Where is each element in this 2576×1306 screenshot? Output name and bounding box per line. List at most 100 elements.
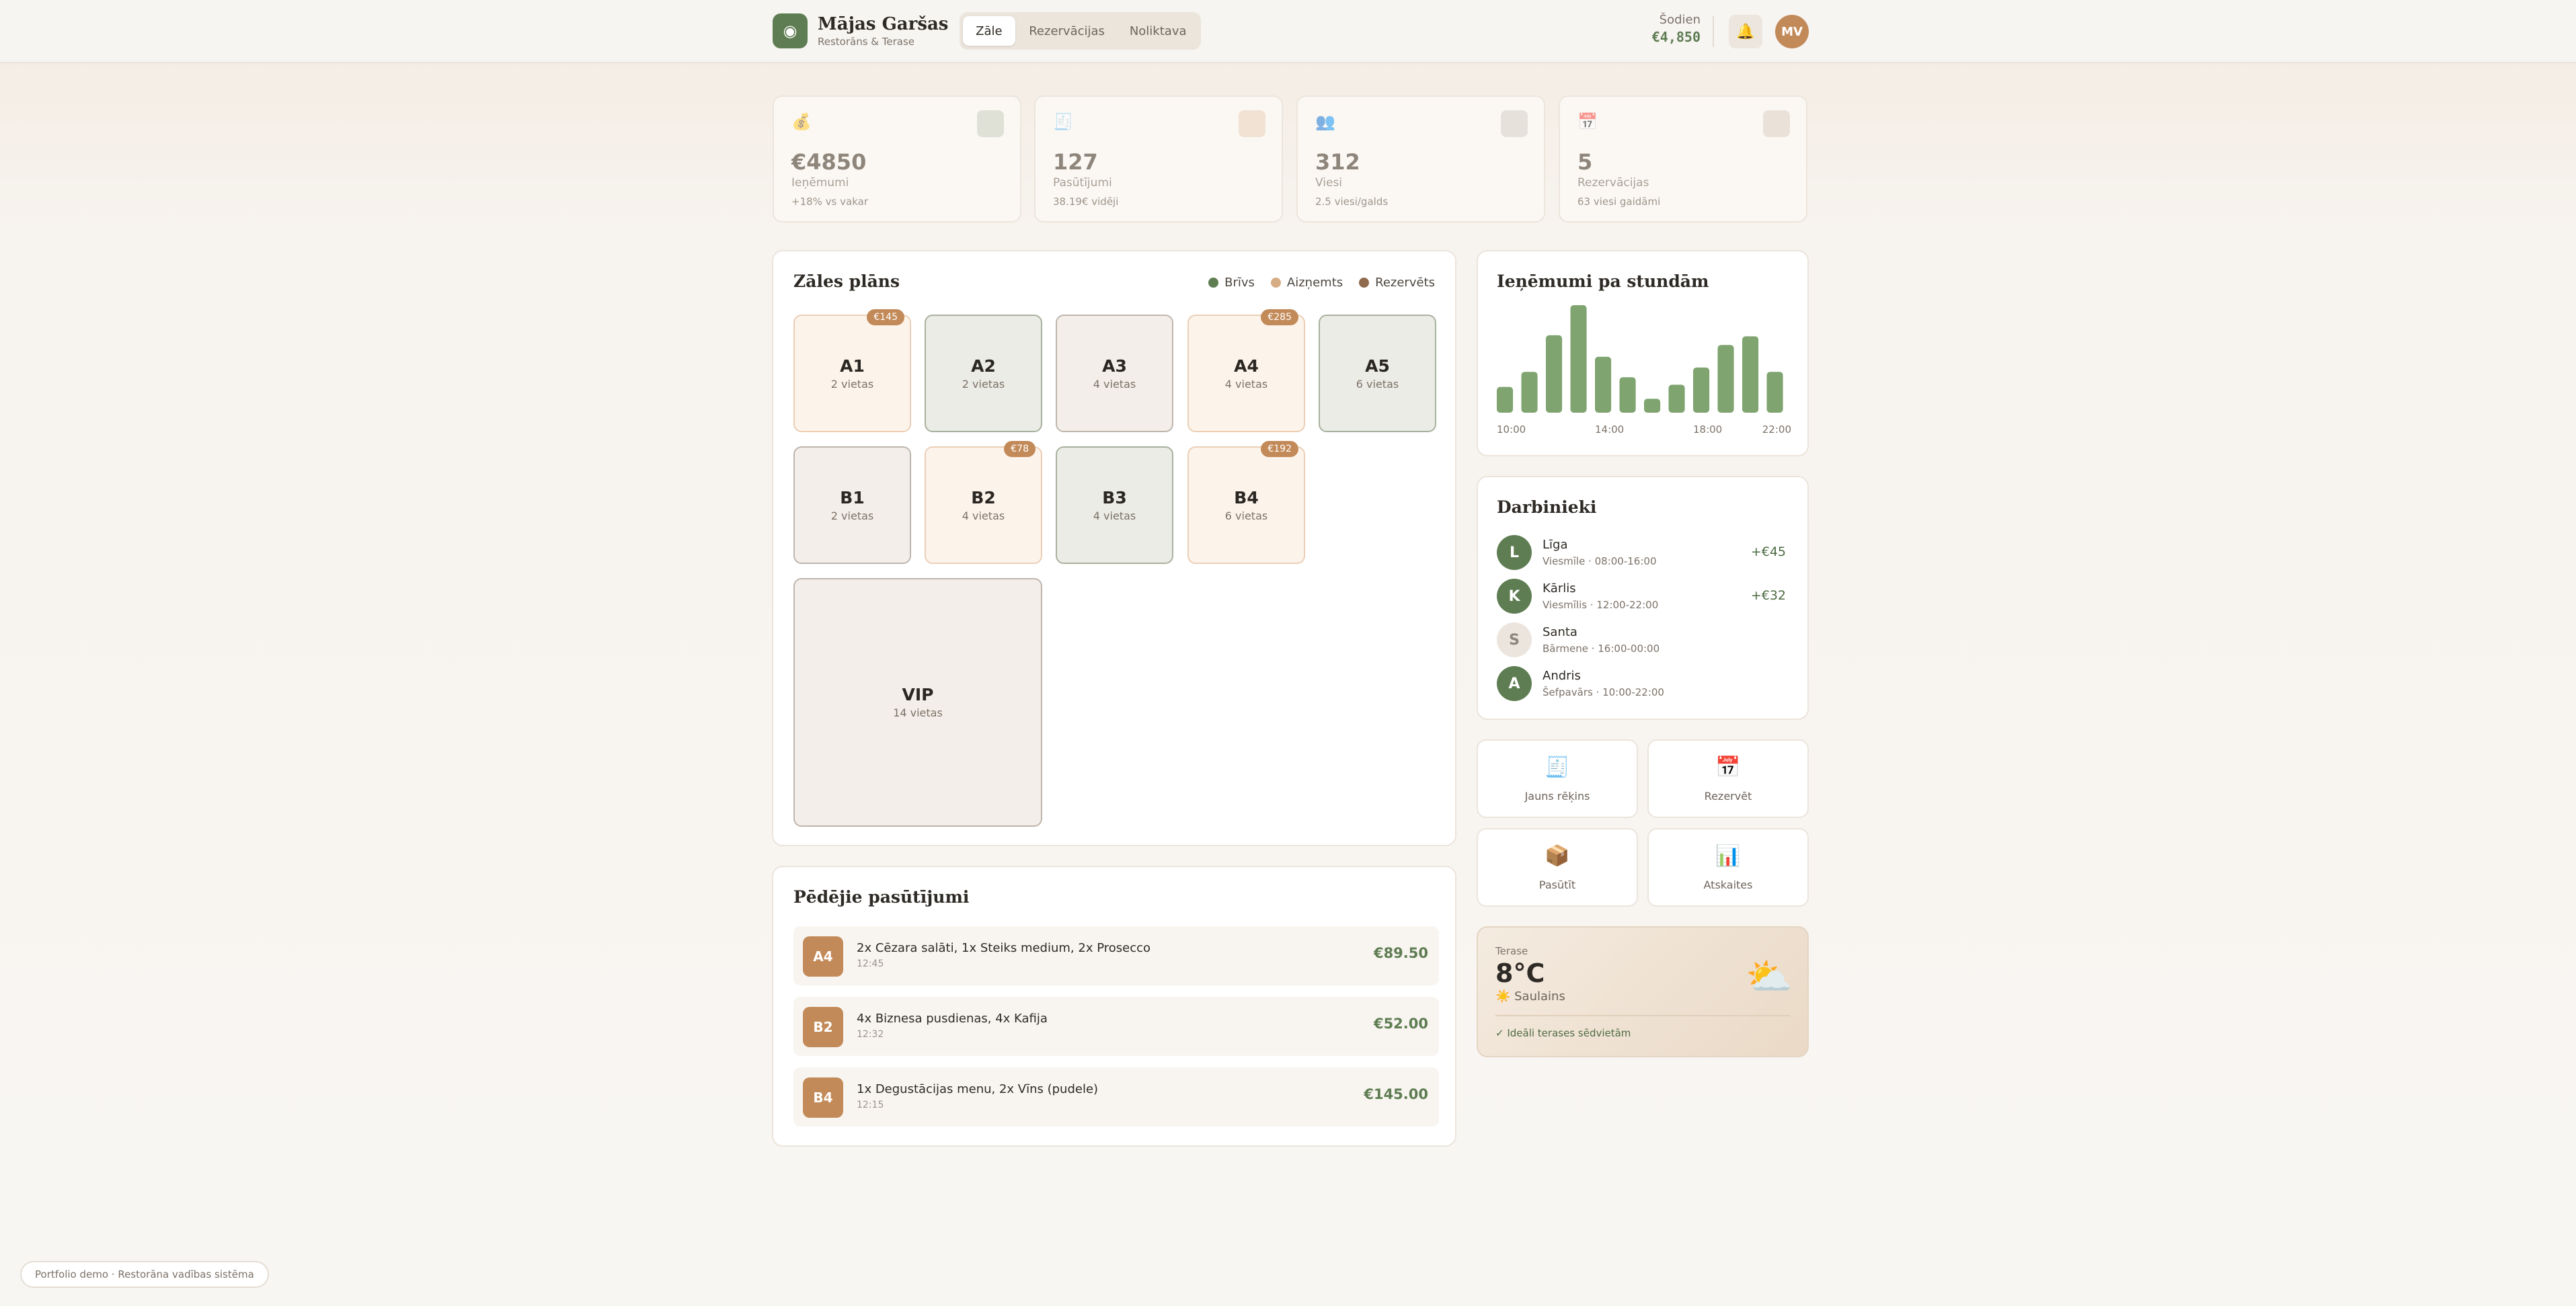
- legend-occupied: Aizņemts: [1270, 276, 1343, 290]
- order-row[interactable]: B2 4x Biznesa pusdienas, 4x Kafija 12:32 €5…: [793, 997, 1439, 1056]
- package-icon: 📦: [1545, 844, 1570, 868]
- weather-note: ✓ Ideāli terases sēdvietām: [1495, 1027, 1631, 1039]
- order-price: €145.00: [1364, 1086, 1428, 1102]
- sun-cloud-icon: ⛅: [1746, 955, 1793, 999]
- bar-chart-icon: 📊: [1715, 844, 1741, 868]
- table-seats: 2 vietas: [830, 377, 874, 391]
- stat-label: Ieņēmumi: [791, 176, 849, 190]
- bill-icon: 🧾: [1545, 756, 1570, 779]
- staff-row[interactable]: K Kārlis Viesmīlis · 12:00-22:00 +€32: [1497, 577, 1786, 615]
- staff-title: Darbinieki: [1497, 497, 1597, 517]
- table-b2[interactable]: B2 4 vietas €78: [925, 441, 1042, 564]
- staff-name: Kārlis: [1543, 581, 1576, 596]
- table-a1[interactable]: A1 2 vietas €145: [793, 309, 911, 432]
- recent-orders-title: Pēdējie pasūtījumi: [793, 887, 970, 907]
- chart-bar-10:00: [1497, 386, 1514, 413]
- stat-chip: [1239, 110, 1265, 137]
- table-seats: 2 vietas: [962, 377, 1005, 391]
- table-seats: 4 vietas: [1093, 377, 1136, 391]
- table-name: A4: [1234, 356, 1259, 376]
- order-time: 12:15: [857, 1100, 884, 1110]
- stat-chip: [1763, 110, 1790, 137]
- brand-subtitle: Restorāns & Terase: [818, 36, 915, 48]
- people-icon: 👥: [1315, 112, 1335, 131]
- revenue-chart-title: Ieņēmumi pa stundām: [1497, 272, 1709, 291]
- tab-rezervacijas[interactable]: Rezervācijas: [1015, 16, 1119, 46]
- table-bill-badge: €78: [1004, 441, 1036, 457]
- table-name: B3: [1102, 487, 1127, 507]
- table-seats: 4 vietas: [962, 509, 1005, 522]
- chart-bar-16:00: [1644, 399, 1661, 413]
- table-seats: 4 vietas: [1224, 377, 1268, 391]
- table-bill-badge: €285: [1261, 309, 1298, 325]
- today-label: Šodien: [1659, 13, 1701, 27]
- table-seats: 14 vietas: [893, 706, 943, 719]
- quick-action-label: Jauns rēķins: [1524, 790, 1590, 803]
- order-row[interactable]: B4 1x Degustācijas menu, 2x Vīns (pudele)…: [793, 1067, 1439, 1127]
- table-seats: 4 vietas: [1093, 509, 1136, 522]
- stat-card: 👥 312 Viesi 2.5 viesi/galds: [1296, 95, 1545, 222]
- order-time: 12:45: [857, 958, 884, 969]
- stat-value: €4850: [791, 149, 867, 175]
- order-price: €52.00: [1373, 1016, 1428, 1032]
- staff-role: Viesmīlis · 12:00-22:00: [1543, 599, 1659, 611]
- legend-dot: [1270, 278, 1281, 288]
- table-a3[interactable]: A3 4 vietas: [1056, 315, 1173, 432]
- staff-name: Andris: [1543, 669, 1581, 683]
- today-revenue: Šodien €4,850: [1652, 12, 1701, 46]
- table-bill-badge: €192: [1261, 441, 1298, 457]
- chart-x-tick: 14:00: [1595, 423, 1624, 436]
- tab-zale[interactable]: Zāle: [963, 16, 1015, 46]
- table-name: A2: [971, 356, 996, 376]
- staff-avatar: K: [1497, 579, 1532, 614]
- quick-action-package-button[interactable]: 📦 Pasūtīt: [1477, 828, 1638, 907]
- staff-role: Viesmīle · 08:00-16:00: [1543, 555, 1657, 567]
- table-bill-badge: €145: [867, 309, 904, 325]
- chart-x-tick: 10:00: [1497, 423, 1526, 436]
- order-price: €89.50: [1373, 945, 1428, 961]
- quick-action-calendar-button[interactable]: 📅 Rezervēt: [1647, 739, 1809, 818]
- order-table-tag: B2: [803, 1007, 843, 1047]
- main-nav: Zāle Rezervācijas Noliktava: [960, 12, 1201, 50]
- receipt-icon: 🧾: [1053, 112, 1073, 131]
- chart-x-tick: 22:00: [1762, 423, 1791, 436]
- staff-row[interactable]: L Līga Viesmīle · 08:00-16:00 +€45: [1497, 534, 1786, 571]
- staff-avatar: S: [1497, 622, 1532, 657]
- quick-action-bill-button[interactable]: 🧾 Jauns rēķins: [1477, 739, 1638, 818]
- legend-label: Rezervēts: [1375, 276, 1435, 290]
- table-b3[interactable]: B3 4 vietas: [1056, 446, 1173, 564]
- table-a5[interactable]: A5 6 vietas: [1319, 315, 1436, 432]
- avatar[interactable]: MV: [1775, 15, 1809, 48]
- order-row[interactable]: A4 2x Cēzara salāti, 1x Steiks medium, 2x…: [793, 926, 1439, 985]
- floor-legend: Brīvs Aizņemts Rezervēts: [1192, 276, 1435, 290]
- table-b4[interactable]: B4 6 vietas €192: [1187, 441, 1305, 564]
- stat-value: 127: [1053, 149, 1098, 175]
- footer-pill: Portfolio demo · Restorāna vadības sistē…: [20, 1261, 269, 1288]
- order-table-tag: A4: [803, 936, 843, 977]
- bell-icon[interactable]: 🔔: [1729, 15, 1762, 48]
- legend-free: Brīvs: [1208, 276, 1255, 290]
- quick-action-bar-chart-button[interactable]: 📊 Atskaites: [1647, 828, 1809, 907]
- chart-bar-20:00: [1742, 336, 1759, 413]
- stat-label: Rezervācijas: [1577, 176, 1649, 190]
- tab-noliktava[interactable]: Noliktava: [1118, 16, 1198, 46]
- table-a4[interactable]: A4 4 vietas €285: [1187, 309, 1305, 432]
- staff-row[interactable]: A Andris Šefpavārs · 10:00-22:00: [1497, 665, 1786, 702]
- money-bag-icon: 💰: [791, 112, 812, 131]
- table-name: A3: [1102, 356, 1127, 376]
- table-a2[interactable]: A2 2 vietas: [925, 315, 1042, 432]
- floor-plan-title: Zāles plāns: [793, 272, 900, 291]
- order-items: 2x Cēzara salāti, 1x Steiks medium, 2x P…: [857, 941, 1151, 955]
- brand[interactable]: ◉ Mājas Garšas Restorāns & Terase: [773, 13, 948, 48]
- stat-card: 💰 €4850 Ieņēmumi +18% vs vakar: [773, 95, 1021, 222]
- plate-icon: ◉: [773, 13, 808, 48]
- table-b1[interactable]: B1 2 vietas: [793, 446, 911, 564]
- brand-name: Mājas Garšas: [818, 14, 949, 34]
- stat-label: Viesi: [1315, 176, 1343, 190]
- staff-row[interactable]: S Santa Bārmene · 16:00-00:00: [1497, 621, 1786, 659]
- weather-card: Terase 8°C ☀️ Saulains ⛅ ✓ Ideāli terase…: [1477, 926, 1809, 1057]
- quick-action-label: Atskaites: [1703, 879, 1753, 891]
- chart-bar-11:00: [1521, 372, 1538, 413]
- table-vip[interactable]: VIP 14 vietas: [793, 578, 1042, 827]
- calendar-icon: 📅: [1715, 756, 1741, 779]
